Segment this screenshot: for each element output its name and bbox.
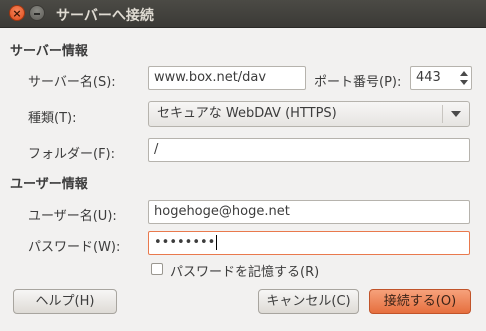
username-label: ユーザー名(U): xyxy=(28,209,117,224)
user-info-heading: ユーザー情報 xyxy=(10,177,88,192)
increment-arrow-icon[interactable] xyxy=(460,71,468,76)
server-name-value: www.box.net/dav xyxy=(154,70,267,85)
type-dropdown[interactable]: セキュアな WebDAV (HTTPS) xyxy=(148,101,470,127)
cancel-button[interactable]: キャンセル(C) xyxy=(258,289,359,314)
dropdown-separator xyxy=(442,105,443,123)
connect-button[interactable]: 接続する(O) xyxy=(369,289,471,314)
username-field[interactable]: hogehoge@hoge.net xyxy=(148,200,470,224)
port-label: ポート番号(P): xyxy=(314,75,402,90)
password-value: •••••••• xyxy=(154,235,216,250)
server-info-heading: サーバー情報 xyxy=(10,44,88,59)
port-value: 443 xyxy=(416,70,441,85)
server-name-field[interactable]: www.box.net/dav xyxy=(148,66,306,90)
decrement-arrow-icon[interactable] xyxy=(460,80,468,85)
port-stepper[interactable] xyxy=(459,69,469,87)
password-label: パスワード(W): xyxy=(28,240,121,255)
text-caret xyxy=(216,235,218,250)
folder-field[interactable]: / xyxy=(148,138,470,162)
type-label: 種類(T): xyxy=(28,111,77,126)
server-name-label: サーバー名(S): xyxy=(28,75,116,90)
minimize-window-button[interactable] xyxy=(29,5,45,21)
folder-value: / xyxy=(154,142,159,157)
close-icon: × xyxy=(12,7,22,20)
folder-label: フォルダー(F): xyxy=(28,147,116,162)
help-button[interactable]: ヘルプ(H) xyxy=(13,289,117,314)
remember-password-option[interactable]: パスワードを記憶する(R) xyxy=(151,261,411,280)
connect-to-server-dialog: × サーバーへ接続 サーバー情報 サーバー名(S): www.box.net/d… xyxy=(0,0,486,331)
password-field[interactable]: •••••••• xyxy=(148,231,470,255)
title-bar: × サーバーへ接続 xyxy=(0,0,486,28)
window-title: サーバーへ接続 xyxy=(56,8,154,24)
type-selected-value: セキュアな WebDAV (HTTPS) xyxy=(157,106,337,121)
chevron-down-icon xyxy=(451,111,461,117)
username-value: hogehoge@hoge.net xyxy=(154,204,290,219)
remember-password-label[interactable]: パスワードを記憶する(R) xyxy=(170,261,319,280)
remember-password-checkbox[interactable] xyxy=(151,263,163,275)
close-window-button[interactable]: × xyxy=(9,5,25,21)
port-spinbutton[interactable]: 443 xyxy=(410,66,472,90)
